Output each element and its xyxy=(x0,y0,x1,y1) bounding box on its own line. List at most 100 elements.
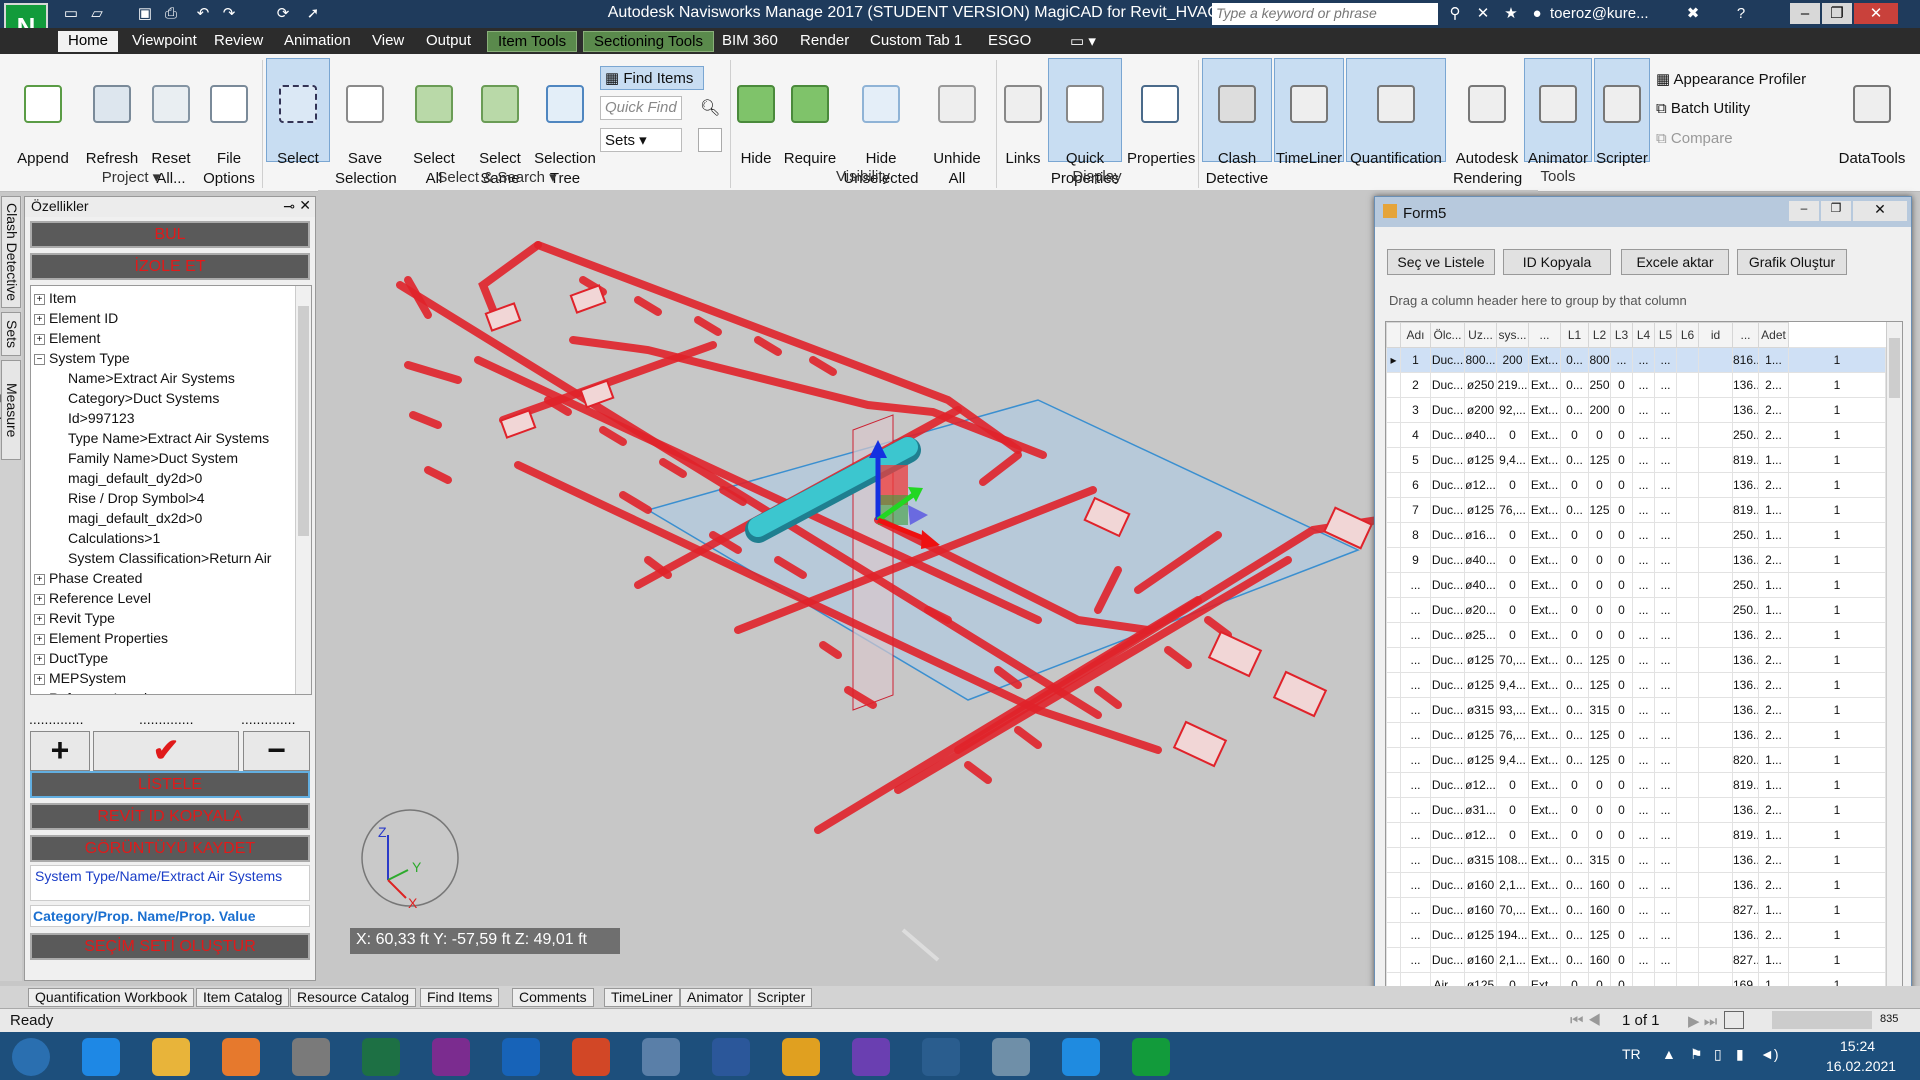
column-header[interactable]: L4 xyxy=(1632,322,1655,348)
column-header[interactable]: Adet xyxy=(1758,322,1789,348)
powerpoint-icon[interactable] xyxy=(572,1038,610,1076)
properties-button[interactable]: Properties xyxy=(1126,64,1195,170)
flag-icon[interactable]: ⚑ xyxy=(1690,1046,1703,1063)
tree-scroll-thumb[interactable] xyxy=(298,306,309,536)
form5-close-button[interactable]: ✕ xyxy=(1853,201,1907,221)
table-row[interactable]: 6Duc...ø12...0Ext...000......136...2...1 xyxy=(1386,472,1886,498)
tree-node[interactable]: + DuctType xyxy=(34,648,294,668)
table-row[interactable]: ... Duc... ø125 70,... Ext... 0... 125 0...... 1… xyxy=(1386,647,1886,673)
form5-maximize-button[interactable]: ❐ xyxy=(1821,201,1851,221)
network-icon[interactable]: ▮ xyxy=(1736,1046,1744,1063)
table-row[interactable]: ...Duc...ø40...0Ext...000......250...1..… xyxy=(1386,572,1886,598)
row-selector[interactable] xyxy=(1386,647,1401,673)
table-row[interactable]: 5 Duc... ø125 9,4... Ext... 0... 125 0...... 819… xyxy=(1386,447,1886,473)
batch-utility-button[interactable]: ⧉ Batch Utility xyxy=(1656,100,1750,117)
close-button[interactable]: ✕ xyxy=(1854,3,1898,24)
table-row[interactable]: ▸ 1 Duc... 800... 200 Ext... 0... 800......... 8… xyxy=(1386,347,1886,373)
column-header[interactable]: Adı xyxy=(1400,322,1431,348)
table-row[interactable]: 8Duc...ø16...0Ext...000......250...1...1 xyxy=(1386,522,1886,548)
row-selector[interactable] xyxy=(1386,422,1401,448)
row-selector[interactable] xyxy=(1386,947,1401,973)
expand-icon[interactable]: + xyxy=(34,653,45,665)
word-icon[interactable] xyxy=(712,1038,750,1076)
datatools-button[interactable]: DataTools xyxy=(1834,64,1910,170)
tab-view[interactable]: View xyxy=(362,31,414,52)
tree-node[interactable]: Type Name>Extract Air Systems xyxy=(34,428,294,448)
duct-model[interactable]: Z Y X xyxy=(318,190,1538,990)
tab-item-catalog[interactable]: Item Catalog xyxy=(196,988,290,1007)
add-button[interactable]: + xyxy=(30,731,90,771)
row-selector[interactable] xyxy=(1386,872,1401,898)
tab-find-items[interactable]: Find Items xyxy=(420,988,500,1007)
tab-item-tools[interactable]: Item Tools xyxy=(487,31,578,52)
find-items-button[interactable]: ▦ Find Items xyxy=(600,66,704,90)
tree-node[interactable]: + Element ID xyxy=(34,308,294,328)
tab-animator[interactable]: Animator xyxy=(680,988,751,1007)
table-row[interactable]: ... Duc... ø125 194... Ext... 0... 125 0...... 1… xyxy=(1386,922,1886,948)
tree-scrollbar[interactable] xyxy=(295,286,311,694)
close-panel-icon[interactable]: ✕ xyxy=(299,197,311,214)
column-header[interactable]: L1 xyxy=(1560,322,1589,348)
subscription-icon[interactable]: ✕ xyxy=(1472,3,1494,24)
exchange-icon[interactable]: ✖ xyxy=(1682,3,1704,24)
tab-home[interactable]: Home xyxy=(58,31,119,52)
binoculars-icon[interactable]: ⚲ xyxy=(1444,3,1466,24)
manage-sets-icon[interactable] xyxy=(698,128,722,152)
snipping-icon[interactable] xyxy=(292,1038,330,1076)
user-name[interactable]: toeroz@kure... xyxy=(1550,5,1649,22)
row-selector[interactable] xyxy=(1386,847,1401,873)
table-row[interactable]: ...Duc...ø20...0Ext...000......250...1..… xyxy=(1386,597,1886,623)
secim-seti-olustur-button[interactable]: SEÇİM SETİ OLUŞTUR xyxy=(30,933,310,960)
navisworks-icon[interactable] xyxy=(1132,1038,1170,1076)
table-row[interactable]: 9Duc...ø40...0Ext...000......136...2...1 xyxy=(1386,547,1886,573)
device-icon[interactable]: ▯ xyxy=(1714,1046,1722,1063)
volume-icon[interactable]: ◄) xyxy=(1760,1046,1779,1062)
tab-measure-tools[interactable]: Measure Tools xyxy=(0,360,21,460)
tab-esgo[interactable]: ESGO xyxy=(978,31,1041,52)
table-row[interactable]: ... Duc... ø315 93,... Ext... 0... 315 0...... 1… xyxy=(1386,697,1886,723)
quick-find-input[interactable]: Quick Find xyxy=(600,96,682,120)
excel-icon[interactable] xyxy=(362,1038,400,1076)
column-header[interactable]: Ölc... xyxy=(1430,322,1465,348)
refresh-button[interactable]: Refresh xyxy=(84,64,140,170)
grid-scroll-thumb[interactable] xyxy=(1889,338,1900,398)
tree-node[interactable]: + Phase Created xyxy=(34,568,294,588)
tab-timeliner[interactable]: TimeLiner xyxy=(604,988,680,1007)
select-button[interactable]: Select xyxy=(266,58,330,167)
help-search-input[interactable]: Type a keyword or phrase xyxy=(1212,3,1438,25)
tab-viewpoint[interactable]: Viewpoint xyxy=(122,31,207,52)
tree-node[interactable]: System Classification>Return Air xyxy=(34,548,294,568)
scripter-button[interactable]: Scripter xyxy=(1594,58,1650,167)
table-row[interactable]: ... Duc... ø160 70,... Ext... 0... 160 0...... 8… xyxy=(1386,897,1886,923)
column-header[interactable]: L6 xyxy=(1676,322,1699,348)
table-row[interactable]: 2 Duc... ø250 219... Ext... 0... 250 0...... 136… xyxy=(1386,372,1886,398)
tab-clash-detective[interactable]: Clash Detective xyxy=(1,196,21,308)
tree-node[interactable]: Name>Extract Air Systems xyxy=(34,368,294,388)
table-row[interactable]: 7 Duc... ø125 76,... Ext... 0... 125 0...... 819… xyxy=(1386,497,1886,523)
outlook-icon[interactable] xyxy=(502,1038,540,1076)
table-row[interactable]: 3 Duc... ø200 92,... Ext... 0... 200 0...... 136… xyxy=(1386,397,1886,423)
goruntuyu-kaydet-button[interactable]: GÖRÜNTÜYÜ KAYDET xyxy=(30,835,310,862)
table-row[interactable]: ...Duc...ø12...0Ext...000......819...1..… xyxy=(1386,772,1886,798)
sheet-nav-back-icon[interactable]: ⏮ ◀ xyxy=(1570,1012,1601,1029)
tree-node[interactable]: + Element xyxy=(34,328,294,348)
tab-scripter[interactable]: Scripter xyxy=(750,988,813,1007)
3d-viewport[interactable]: Z Y X xyxy=(318,190,1538,990)
row-selector[interactable] xyxy=(1386,722,1401,748)
table-row[interactable]: ...Duc...ø31...0Ext...000......136...2..… xyxy=(1386,797,1886,823)
clash-detective-button[interactable]: Clash Detective xyxy=(1202,58,1272,187)
row-selector[interactable] xyxy=(1386,447,1401,473)
tree-node[interactable]: Calculations>1 xyxy=(34,528,294,548)
restore-button[interactable]: ❐ xyxy=(1822,3,1852,24)
tree-node[interactable]: + MEPSystem xyxy=(34,668,294,688)
expand-icon[interactable]: + xyxy=(34,293,45,305)
tree-node[interactable]: magi_default_dx2d>0 xyxy=(34,508,294,528)
grafik-olustur-button[interactable]: Grafik Oluştur xyxy=(1737,249,1847,275)
append-button[interactable]: Append xyxy=(12,64,74,170)
notepad-icon[interactable] xyxy=(992,1038,1030,1076)
row-selector[interactable] xyxy=(1386,472,1401,498)
column-header[interactable]: L2 xyxy=(1588,322,1611,348)
row-selector[interactable] xyxy=(1386,372,1401,398)
row-selector[interactable] xyxy=(1386,797,1401,823)
collapse-icon[interactable]: − xyxy=(34,353,45,365)
